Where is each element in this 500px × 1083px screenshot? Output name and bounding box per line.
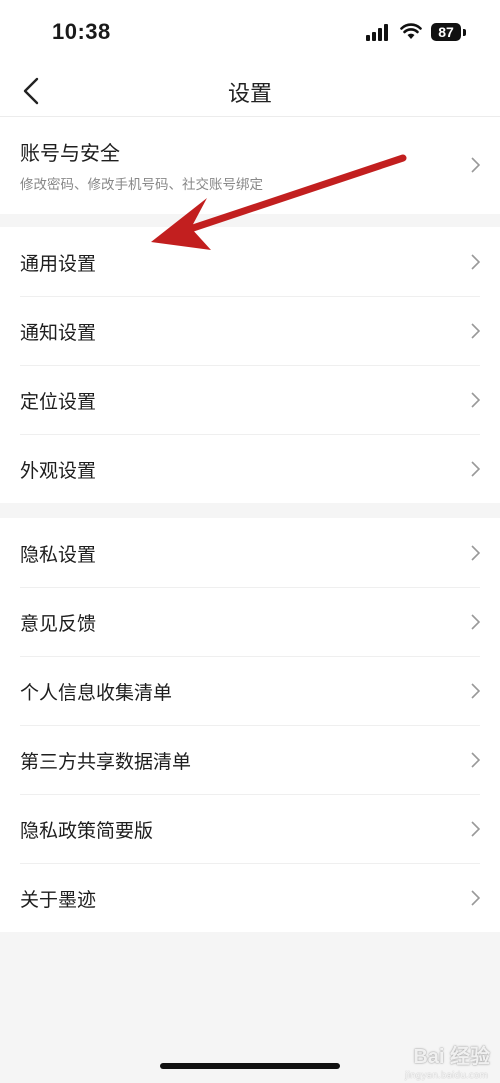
row-label: 隐私政策简要版 <box>20 820 154 842</box>
general-settings-group: 通用设置 通知设置 定位设置 外观设置 <box>0 227 500 503</box>
settings-row-location[interactable]: 定位设置 <box>0 365 500 434</box>
watermark: Bai 经验 <box>413 1046 490 1068</box>
account-group: 账号与安全 修改密码、修改手机号码、社交账号绑定 <box>0 117 500 214</box>
chevron-right-icon <box>471 890 480 906</box>
chevron-right-icon <box>471 157 480 173</box>
row-label: 个人信息收集清单 <box>20 682 173 704</box>
chevron-right-icon <box>471 683 480 699</box>
watermark-url: jingyan.baidu.com <box>404 1071 488 1081</box>
status-bar: 10:38 87 <box>0 0 500 68</box>
row-label: 关于墨迹 <box>20 889 97 911</box>
settings-row-privacy[interactable]: 隐私设置 <box>0 518 500 587</box>
settings-row-feedback[interactable]: 意见反馈 <box>0 587 500 656</box>
chevron-right-icon <box>471 752 480 768</box>
settings-row-general[interactable]: 通用设置 <box>0 227 500 296</box>
settings-row-third-party-list[interactable]: 第三方共享数据清单 <box>0 725 500 794</box>
row-label: 外观设置 <box>20 460 97 482</box>
status-time: 10:38 <box>52 19 111 44</box>
chevron-right-icon <box>471 323 480 339</box>
settings-row-privacy-policy[interactable]: 隐私政策简要版 <box>0 794 500 863</box>
chevron-right-icon <box>471 254 480 270</box>
battery-tip <box>463 29 466 36</box>
chevron-right-icon <box>471 545 480 561</box>
row-label: 通用设置 <box>20 253 97 275</box>
chevron-right-icon <box>471 461 480 477</box>
battery-icon: 87 <box>431 23 461 41</box>
chevron-right-icon <box>471 614 480 630</box>
settings-row-about[interactable]: 关于墨迹 <box>0 863 500 932</box>
cellular-signal-icon <box>366 24 390 41</box>
row-label: 意见反馈 <box>20 613 97 635</box>
row-label: 通知设置 <box>20 322 97 344</box>
wifi-icon <box>400 23 422 39</box>
settings-row-appearance[interactable]: 外观设置 <box>0 434 500 503</box>
home-indicator <box>160 1063 340 1069</box>
page-title: 设置 <box>227 82 272 107</box>
settings-row-notification[interactable]: 通知设置 <box>0 296 500 365</box>
row-label: 隐私设置 <box>20 544 97 566</box>
nav-bar: 设置 <box>0 68 500 117</box>
chevron-right-icon <box>471 392 480 408</box>
settings-row-personal-info-list[interactable]: 个人信息收集清单 <box>0 656 500 725</box>
account-security-subtitle: 修改密码、修改手机号码、社交账号绑定 <box>20 177 263 193</box>
account-security-title: 账号与安全 <box>20 141 120 165</box>
row-label: 第三方共享数据清单 <box>20 751 192 773</box>
privacy-group: 隐私设置 意见反馈 个人信息收集清单 第三方共享数据清单 隐私政策简要版 关于墨… <box>0 518 500 932</box>
row-label: 定位设置 <box>20 391 97 413</box>
chevron-right-icon <box>471 821 480 837</box>
account-security-row[interactable]: 账号与安全 修改密码、修改手机号码、社交账号绑定 <box>0 117 500 214</box>
